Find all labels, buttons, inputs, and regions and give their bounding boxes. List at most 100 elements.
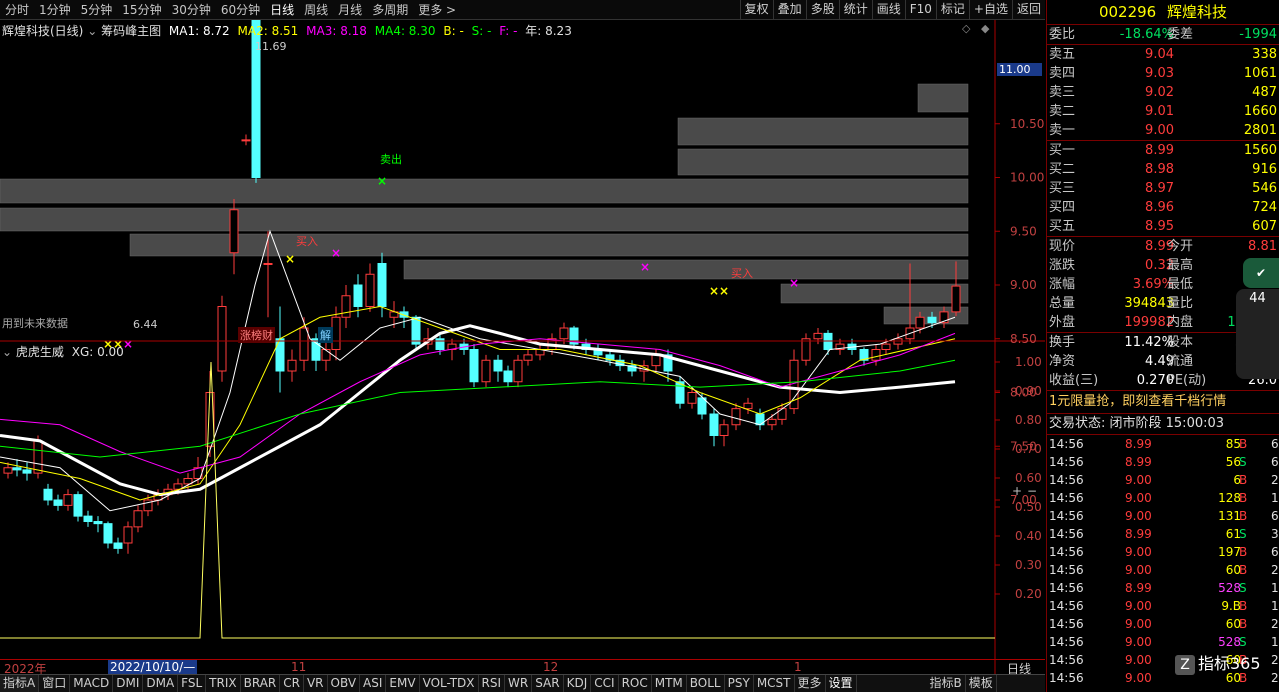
- bid-price: 8.96: [1145, 200, 1174, 215]
- tool-button-7[interactable]: +自选: [968, 0, 1012, 19]
- indicator-tab-23[interactable]: MCST: [754, 675, 795, 692]
- candle-body: [353, 284, 363, 307]
- tick-price: 9.00: [1125, 509, 1152, 523]
- ask-row-2: 卖三 9.02 487: [1047, 83, 1279, 102]
- period-tab-1[interactable]: 1分钟: [34, 0, 76, 20]
- indicator-tab-8[interactable]: CR: [280, 675, 304, 692]
- candle-body: [33, 440, 43, 474]
- indicator-tab-14[interactable]: RSI: [479, 675, 506, 692]
- candle-body: [743, 402, 753, 410]
- tick-time: 14:56: [1049, 671, 1084, 685]
- period-tab-3[interactable]: 15分钟: [117, 0, 166, 20]
- bid-price: 8.99: [1145, 143, 1174, 158]
- tool-button-5[interactable]: F10: [904, 0, 936, 19]
- indicator-tab-17[interactable]: KDJ: [564, 675, 592, 692]
- indicator-tab-5[interactable]: FSL: [178, 675, 207, 692]
- period-tab-2[interactable]: 5分钟: [76, 0, 118, 20]
- tool-button-3[interactable]: 统计: [838, 0, 872, 19]
- tick-row-10: 14:56 9.00 60 B 2: [1047, 615, 1279, 633]
- candle-body: [365, 273, 375, 307]
- indicator-tab-2[interactable]: MACD: [70, 675, 114, 692]
- chart-area[interactable]: × × ×× ×××× ×× 10.5010.009.509.008.508.007.5…: [0, 20, 1045, 674]
- promo-link[interactable]: 1元限量抢，即刻查看千档行情: [1047, 391, 1279, 413]
- signal-x-magenta: ×: [123, 337, 133, 351]
- indicator-tab-12[interactable]: EMV: [386, 675, 420, 692]
- indicator-tab-4[interactable]: DMA: [143, 675, 179, 692]
- price-tick-label: 10.00: [1010, 171, 1044, 185]
- indicator-tab-9[interactable]: VR: [304, 675, 328, 692]
- indicator-tab-13[interactable]: VOL-TDX: [420, 675, 479, 692]
- tag-badge-2[interactable]: 解: [318, 327, 333, 343]
- price-tick-label: 9.00: [1010, 278, 1037, 292]
- period-tab-4[interactable]: 30分钟: [167, 0, 216, 20]
- tick-dir: B: [1239, 437, 1248, 451]
- indicator-name[interactable]: 筹码峰主图: [101, 24, 161, 38]
- period-tab-7[interactable]: 周线: [299, 0, 333, 20]
- indicator-tab-20[interactable]: MTM: [652, 675, 687, 692]
- sub-indicator-name[interactable]: 虎虎生威: [16, 345, 64, 359]
- date-axis: 2022年 2022/10/10/— 11 12 1 日线: [0, 659, 1045, 676]
- tag-badge-1[interactable]: 涨榜财: [238, 327, 275, 343]
- indicator-tab-25[interactable]: 设置: [826, 675, 857, 692]
- indicator-tab-27[interactable]: 模板: [966, 675, 997, 692]
- stat-label-2: 最高: [1167, 258, 1194, 273]
- indicator-tab-11[interactable]: ASI: [360, 675, 387, 692]
- indicator-tab-16[interactable]: SAR: [532, 675, 564, 692]
- f-value: F: -: [499, 24, 518, 38]
- speed-widget[interactable]: 44: [1236, 289, 1279, 379]
- signal-x-yellow: ×: [285, 252, 295, 266]
- tick-price: 9.00: [1125, 473, 1152, 487]
- collapse-icon[interactable]: ◆: [981, 22, 989, 35]
- stat-label-2: 量比: [1167, 296, 1194, 311]
- signal-x-yellow: ×: [709, 284, 719, 298]
- period-tab-6[interactable]: 日线: [265, 0, 299, 20]
- period-tab-9[interactable]: 多周期: [367, 0, 413, 20]
- period-tab-10[interactable]: 更多 >: [413, 0, 461, 20]
- sub-tick-label: 1.00: [1015, 355, 1042, 369]
- indicator-tab-21[interactable]: BOLL: [687, 675, 725, 692]
- chevron-down-icon[interactable]: ⌄: [87, 24, 101, 38]
- tool-button-4[interactable]: 画线: [871, 0, 905, 19]
- ma4-value: MA4: 8.30: [374, 24, 436, 38]
- indicator-tab-0[interactable]: 指标A: [0, 675, 40, 692]
- indicator-tab-6[interactable]: TRIX: [206, 675, 241, 692]
- bid-list: 买一 8.99 1560 买二 8.98 916 买三 8.97 546 买四 8.96 724 买五 8…: [1047, 141, 1279, 236]
- tool-button-8[interactable]: 返回: [1011, 0, 1045, 19]
- indicator-tab-10[interactable]: OBV: [328, 675, 361, 692]
- check-icon[interactable]: ✔: [1243, 258, 1279, 288]
- indicator-tab-15[interactable]: WR: [505, 675, 533, 692]
- period-tab-5[interactable]: 60分钟: [216, 0, 265, 20]
- sub-chevron-icon[interactable]: ⌄: [2, 345, 16, 359]
- candle-body: [229, 209, 239, 254]
- ask-price: 9.03: [1145, 66, 1174, 81]
- chip-bar: [917, 83, 969, 113]
- indicator-tab-7[interactable]: BRAR: [241, 675, 281, 692]
- tool-button-2[interactable]: 多股: [805, 0, 839, 19]
- tick-price: 8.99: [1125, 455, 1152, 469]
- indicator-tab-22[interactable]: PSY: [725, 675, 754, 692]
- indicator-tab-24[interactable]: 更多: [795, 675, 826, 692]
- indicator-tab-19[interactable]: ROC: [619, 675, 652, 692]
- period-tab-0[interactable]: 分时: [0, 0, 34, 20]
- indicator-tab-3[interactable]: DMI: [113, 675, 144, 692]
- price-tick-label: 8.50: [1010, 332, 1037, 346]
- tick-time: 14:56: [1049, 617, 1084, 631]
- period-tab-8[interactable]: 月线: [333, 0, 367, 20]
- tick-price: 9.00: [1125, 563, 1152, 577]
- tick-time: 14:56: [1049, 527, 1084, 541]
- diamond-icon[interactable]: ◇: [962, 22, 970, 35]
- tool-button-6[interactable]: 标记: [935, 0, 969, 19]
- tool-button-1[interactable]: 叠加: [772, 0, 806, 19]
- indicator-tab-26[interactable]: 指标B: [927, 675, 966, 692]
- stat-value-2: 8.81: [1248, 239, 1277, 254]
- date-nov: 11: [291, 660, 307, 674]
- tick-n: 3: [1271, 527, 1279, 541]
- price-tick-label: 10.50: [1010, 117, 1044, 131]
- indicator-tab-1[interactable]: 窗口: [39, 675, 71, 692]
- indicator-tab-18[interactable]: CCI: [591, 675, 619, 692]
- zoom-out-icon[interactable]: −: [1027, 484, 1037, 498]
- ask-volume: 487: [1252, 85, 1277, 100]
- tool-button-0[interactable]: 复权: [739, 0, 773, 19]
- zoom-in-icon[interactable]: +: [1012, 484, 1022, 498]
- candle-body: [513, 359, 523, 383]
